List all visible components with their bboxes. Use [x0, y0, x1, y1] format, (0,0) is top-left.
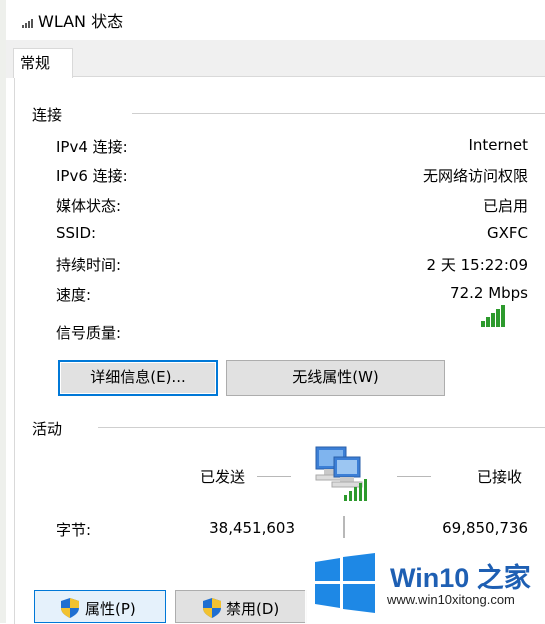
network-computers-icon — [315, 446, 367, 501]
windows-logo-icon — [315, 553, 375, 613]
received-line — [397, 476, 431, 477]
properties-label: 属性(P) — [85, 600, 136, 618]
signal-strength-icon — [481, 305, 505, 327]
bytes-received-value: 69,850,736 — [442, 519, 528, 537]
duration-value: 2 天 15:22:09 — [426, 256, 528, 274]
sent-line — [257, 476, 291, 477]
signal-quality-label: 信号质量: — [56, 324, 122, 342]
details-button[interactable]: 详细信息(E)... — [58, 360, 218, 396]
speed-label: 速度: — [56, 286, 92, 304]
bytes-label: 字节: — [56, 521, 92, 539]
ssid-value: GXFC — [486, 224, 528, 242]
ssid-label: SSID: — [56, 224, 97, 242]
tab-panel — [14, 76, 545, 624]
activity-divider — [98, 427, 545, 428]
ipv4-label: IPv4 连接: — [56, 138, 128, 156]
bytes-sent-value: 38,451,603 — [209, 519, 295, 537]
activity-section-label: 活动 — [32, 420, 63, 438]
properties-button[interactable]: 属性(P) — [34, 590, 166, 623]
disable-label: 禁用(D) — [226, 600, 280, 618]
media-state-label: 媒体状态: — [56, 197, 122, 215]
connection-divider — [132, 113, 545, 114]
uac-shield-icon — [203, 598, 221, 618]
wifi-signal-icon — [22, 19, 33, 28]
watermark-url: www.win10xitong.com — [387, 592, 515, 607]
duration-label: 持续时间: — [56, 256, 122, 274]
ipv4-value: Internet — [468, 136, 528, 154]
received-label: 已接收 — [477, 468, 523, 486]
media-state-value: 已启用 — [482, 197, 528, 215]
speed-value: 72.2 Mbps — [450, 284, 528, 302]
wireless-properties-button[interactable]: 无线属性(W) — [226, 360, 445, 396]
ipv6-value: 无网络访问权限 — [422, 167, 528, 185]
bytes-divider — [343, 516, 345, 538]
uac-shield-icon — [61, 598, 79, 618]
disable-button[interactable]: 禁用(D) — [175, 590, 307, 623]
desktop-edge — [0, 0, 6, 623]
sent-label: 已发送 — [200, 468, 246, 486]
window-title: WLAN 状态 — [38, 12, 124, 31]
tab-general[interactable]: 常规 — [13, 48, 73, 78]
ipv6-label: IPv6 连接: — [56, 167, 128, 185]
watermark-title: Win10 之家 — [390, 563, 531, 593]
tab-strip — [6, 40, 545, 78]
connection-section-label: 连接 — [32, 106, 63, 124]
